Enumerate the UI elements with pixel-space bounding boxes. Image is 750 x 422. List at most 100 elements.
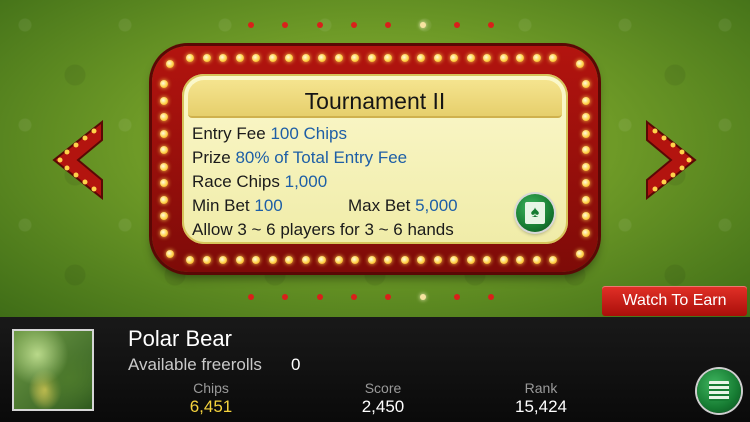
game-table: Tournament II Entry Fee 100 Chips Prize …	[0, 0, 750, 317]
list-menu-icon	[709, 381, 729, 401]
marquee-bulb	[367, 54, 376, 62]
page-dot	[248, 22, 254, 28]
score-label: Score	[364, 380, 402, 396]
marquee-bulb	[166, 250, 174, 258]
max-bet-row: Max Bet 5,000	[348, 196, 458, 216]
player-name: Polar Bear	[128, 326, 232, 351]
marquee-bulb	[235, 256, 244, 264]
menu-button[interactable]	[697, 369, 741, 413]
page-dot	[316, 22, 323, 28]
page-dot	[350, 294, 357, 300]
marquee-bulb	[433, 54, 442, 62]
page-dot-active	[419, 22, 426, 28]
page-dot	[282, 294, 289, 300]
players-info: Allow 3 ~ 6 players for 3 ~ 6 hands	[192, 220, 454, 239]
prize-label: Prize	[192, 148, 231, 167]
rank-label: Rank	[524, 380, 558, 396]
marquee-bulb	[499, 54, 508, 62]
page-dot	[316, 294, 323, 300]
min-bet-value: 100	[254, 196, 283, 215]
marquee-bulb	[532, 54, 541, 62]
page-dot	[385, 22, 392, 28]
marquee-bulb	[384, 54, 392, 62]
marquee-bulb	[252, 256, 260, 264]
chips-label: Chips	[193, 380, 229, 396]
page-dot	[453, 294, 460, 300]
marquee-bulb	[160, 195, 168, 204]
player-bar: Polar Bear Available freerolls 0 Chips 6…	[0, 317, 750, 422]
marquee-bulb	[186, 54, 194, 62]
min-bet-row: Min Bet 100	[192, 196, 283, 216]
marquee-bulb	[576, 60, 584, 68]
marquee-bulb	[384, 256, 392, 264]
chips-value: 6,451	[189, 397, 233, 416]
marquee-bulb	[582, 96, 590, 105]
marquee-bulb	[417, 54, 425, 62]
marquee-bulb	[160, 212, 168, 220]
marquee-bulb	[160, 228, 168, 237]
marquee-bulb	[202, 54, 211, 62]
page-dot	[453, 22, 460, 28]
marquee-bulb	[160, 96, 168, 105]
marquee-bulb	[160, 179, 168, 187]
marquee-bulb	[549, 54, 557, 62]
marquee-bulb	[186, 256, 194, 264]
marquee-bulb	[318, 256, 326, 264]
marquee-bulb	[499, 256, 508, 264]
marquee-bulb	[166, 60, 174, 68]
marquee-bulb	[483, 256, 491, 264]
marquee-bulb	[582, 228, 590, 237]
freerolls-label: Available freerolls	[128, 355, 262, 374]
marquee-bulb	[268, 54, 277, 62]
marquee-bulb	[582, 129, 590, 138]
marquee-bulb	[549, 256, 557, 264]
page-dot	[385, 294, 392, 300]
avatar[interactable]	[12, 329, 94, 411]
marquee-bulb	[219, 54, 227, 62]
page-dot	[350, 22, 357, 28]
entry-fee-label: Entry Fee	[192, 124, 266, 143]
score-value: 2,450	[361, 397, 405, 416]
tournament-title: Tournament II	[304, 88, 446, 114]
marquee-bulb	[301, 256, 310, 264]
entry-fee-row: Entry Fee 100 Chips	[192, 124, 347, 144]
page-indicator-top	[0, 20, 750, 30]
race-chips-row: Race Chips 1,000	[192, 172, 327, 192]
marquee-bulb	[160, 146, 168, 154]
marquee-bulb	[301, 54, 310, 62]
page-dot	[488, 294, 495, 300]
marquee-bulb	[252, 54, 260, 62]
join-table-button[interactable]: ♠	[516, 194, 554, 232]
marquee-bulb	[582, 179, 590, 187]
rank-value: 15,424	[515, 397, 567, 416]
watch-to-earn-button[interactable]: Watch To Earn	[602, 286, 747, 316]
marquee-bulb	[483, 54, 491, 62]
marquee-bulb	[351, 54, 359, 62]
marquee-bulb	[582, 162, 590, 171]
freerolls-value: 0	[291, 355, 301, 374]
marquee-bulb	[202, 256, 211, 264]
marquee-bulb	[417, 256, 425, 264]
marquee-bulb	[466, 54, 475, 62]
marquee-bulb	[351, 256, 359, 264]
chevron-right-icon[interactable]	[643, 120, 699, 200]
marquee-bulb	[516, 54, 524, 62]
marquee-bulb	[582, 212, 590, 220]
prize-row: Prize 80% of Total Entry Fee	[192, 148, 407, 168]
chevron-left-icon[interactable]	[50, 120, 106, 200]
page-dot	[248, 294, 254, 300]
min-bet-label: Min Bet	[192, 196, 250, 215]
page-dot-active	[419, 294, 426, 300]
tournament-marquee[interactable]: Tournament II Entry Fee 100 Chips Prize …	[152, 46, 598, 272]
race-chips-value: 1,000	[284, 172, 328, 191]
marquee-bulb	[334, 54, 343, 62]
marquee-bulb	[532, 256, 541, 264]
marquee-bulb	[450, 256, 458, 264]
marquee-bulb	[160, 113, 168, 121]
marquee-bulb	[235, 54, 244, 62]
marquee-bulb	[285, 54, 293, 62]
tournament-card: Tournament II Entry Fee 100 Chips Prize …	[182, 74, 568, 244]
marquee-bulb	[160, 162, 168, 171]
page-dot	[488, 22, 495, 28]
prize-value: 80% of Total Entry Fee	[235, 148, 408, 167]
